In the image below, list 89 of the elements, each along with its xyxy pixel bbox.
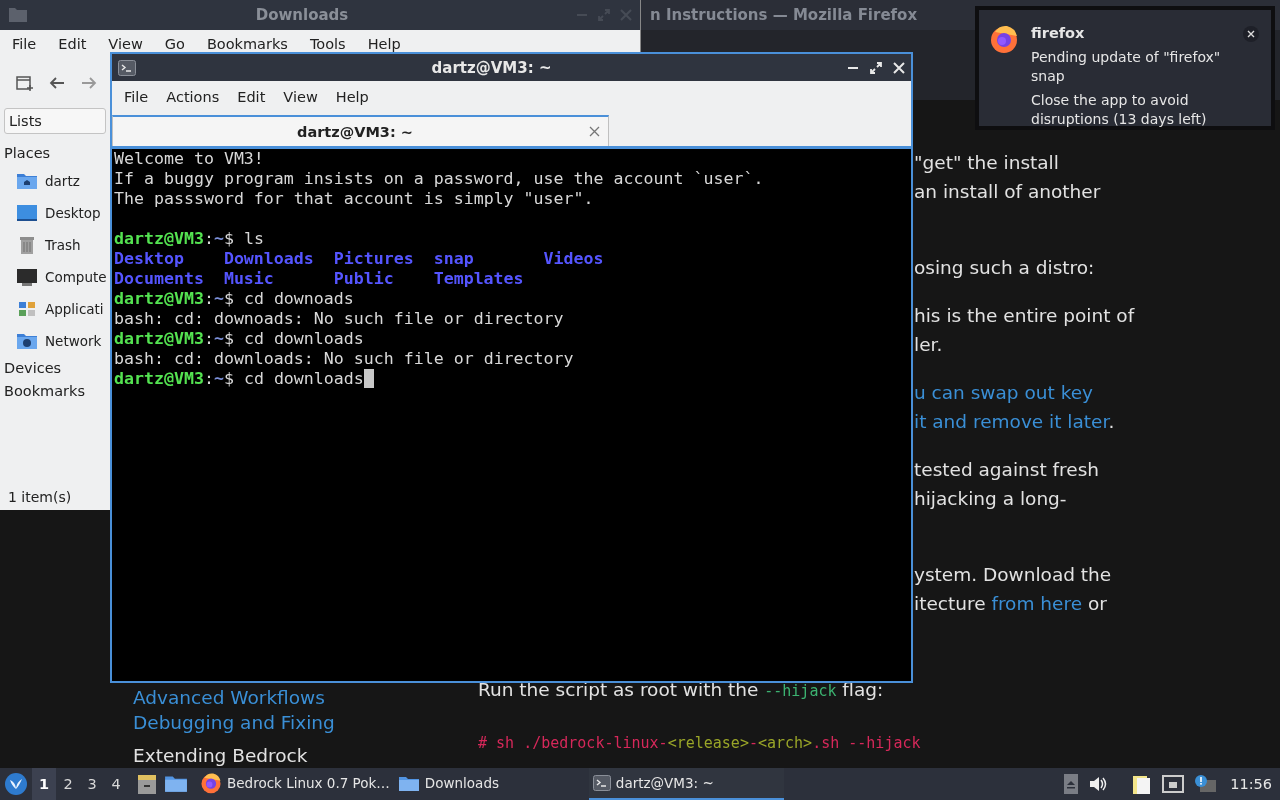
status-text: 1 item(s) <box>7 488 73 507</box>
paragraph-line: an install of another <box>914 180 1102 204</box>
network-icon[interactable] <box>1162 774 1185 794</box>
section-header[interactable]: Bookmarks <box>4 380 85 403</box>
nav-link[interactable]: Advanced Workflows <box>133 685 325 710</box>
terminal-output: Welcome to VM3! <box>114 149 265 169</box>
terminal-tab[interactable]: dartz@VM3: ~ <box>112 115 609 146</box>
folder-icon <box>397 774 420 792</box>
menu-item[interactable]: File <box>4 36 45 52</box>
folder-icon <box>164 773 188 793</box>
network-folder-icon <box>16 332 38 350</box>
paragraph-line: his is the entire point of <box>914 304 1135 328</box>
menu-item[interactable]: Edit <box>50 36 95 52</box>
place-item[interactable]: Desktop <box>4 197 101 229</box>
new-window-icon[interactable] <box>16 74 34 92</box>
nav-heading[interactable]: Extending Bedrock <box>133 743 308 768</box>
paragraph-line: osing such a distro: <box>914 256 1096 280</box>
paragraph-line: ystem. Download the <box>914 563 1113 587</box>
monitor-icon <box>16 268 38 286</box>
section-header[interactable]: Places <box>4 142 51 165</box>
volume-icon[interactable] <box>1088 775 1109 793</box>
desktop-icon <box>16 204 38 222</box>
task-button[interactable]: Bedrock Linux 0.7 Pok… <box>196 768 394 800</box>
notification-body: Close the app to avoid disruptions (13 days left) <box>1031 91 1208 129</box>
terminal-output: bash: cd: downoads: No such file or directory <box>114 309 565 329</box>
terminal-icon <box>118 59 136 76</box>
notification-title: firefox <box>1031 24 1086 43</box>
place-item[interactable]: Compute <box>4 261 107 293</box>
terminal-output: If a buggy program insists on a password, use the account `user`. <box>114 169 765 189</box>
workspace-button[interactable]: 1 <box>32 768 56 800</box>
link[interactable]: it and remove it later <box>914 411 1109 432</box>
menu-item[interactable]: Help <box>327 89 377 105</box>
clipboard-icon[interactable] <box>1130 773 1153 795</box>
paragraph-line: itecture from here or <box>914 592 1108 616</box>
nav-link[interactable]: Debugging and Fixing <box>133 710 335 735</box>
terminal-icon <box>592 775 611 791</box>
maximize-icon[interactable] <box>870 61 882 74</box>
place-item[interactable]: Network <box>4 325 102 357</box>
menu-item[interactable]: Actions <box>158 89 228 105</box>
notification-summary: Pending update of "firefox" snap <box>1031 48 1222 86</box>
terminal-output: bash: cd: downloads: No such file or directory <box>114 349 575 369</box>
window-title: n Instructions — Mozilla Firefox <box>650 6 918 24</box>
link[interactable]: from here <box>991 593 1082 614</box>
window-title: Downloads <box>254 6 350 24</box>
menu-item[interactable]: Help <box>359 36 409 52</box>
code-line: # sh ./bedrock-linux-<release>-<arch>.sh --hijack <box>478 734 921 752</box>
home-folder-icon <box>16 172 38 190</box>
menu-item[interactable]: Tools <box>301 36 354 52</box>
terminal-prompt-line: dartz@VM3:~$ cd downloads <box>114 369 909 389</box>
menu-item[interactable]: Bookmarks <box>198 36 296 52</box>
menu-item[interactable]: Edit <box>229 89 274 105</box>
start-menu-icon[interactable] <box>4 772 28 796</box>
menu-item[interactable]: File <box>116 89 157 105</box>
firefox-icon <box>200 772 222 794</box>
terminal-prompt-line: dartz@VM3:~$ cd downoads <box>114 289 355 309</box>
close-icon[interactable] <box>1243 26 1259 42</box>
paragraph-line: hijacking a long- <box>914 487 1068 511</box>
place-item[interactable]: Trash <box>4 229 81 261</box>
place-item[interactable]: dartz <box>4 165 80 197</box>
task-button[interactable]: dartz@VM3: ~ <box>588 768 784 800</box>
menu-item[interactable]: Go <box>156 36 193 52</box>
paragraph-line: "get" the install <box>914 151 1060 175</box>
back-arrow-icon[interactable] <box>48 75 66 91</box>
file-cabinet-icon[interactable] <box>136 773 158 795</box>
terminal-prompt-line: dartz@VM3:~$ cd downloads <box>114 329 365 349</box>
workspace-button[interactable]: 4 <box>104 768 128 800</box>
folder-icon <box>8 7 28 23</box>
applications-icon <box>16 300 38 318</box>
workspace-button[interactable]: 2 <box>56 768 80 800</box>
terminal-output: The passsword for that account is simply "user". <box>114 189 595 209</box>
paragraph-line: ler. <box>914 333 944 357</box>
window-title: dartz@VM3: ~ <box>430 58 553 77</box>
terminal-prompt-line: dartz@VM3:~$ ls <box>114 229 265 249</box>
side-pane-selector[interactable]: Lists <box>4 108 106 134</box>
paragraph-line: tested against fresh <box>914 458 1101 482</box>
firefox-icon <box>989 24 1019 54</box>
clock: 11:56 <box>1230 776 1272 792</box>
section-header[interactable]: Devices <box>4 357 62 380</box>
task-button[interactable]: Downloads <box>393 768 589 800</box>
directory-listing: Desktop Downloads Pictures snap Videos <box>114 249 605 269</box>
directory-listing: Documents Music Public Templates <box>114 269 525 289</box>
workspace-button[interactable]: 3 <box>80 768 104 800</box>
link[interactable]: u can swap out key <box>914 378 1135 407</box>
menu-item[interactable]: View <box>100 36 151 52</box>
paragraph-line: it and remove it later. <box>914 410 1116 434</box>
instruction-text: Run the script as root with the --hijack flag: <box>478 678 885 702</box>
menu-item[interactable]: View <box>275 89 326 105</box>
place-item[interactable]: Applicati <box>4 293 104 325</box>
update-alert-icon[interactable] <box>1194 774 1217 794</box>
